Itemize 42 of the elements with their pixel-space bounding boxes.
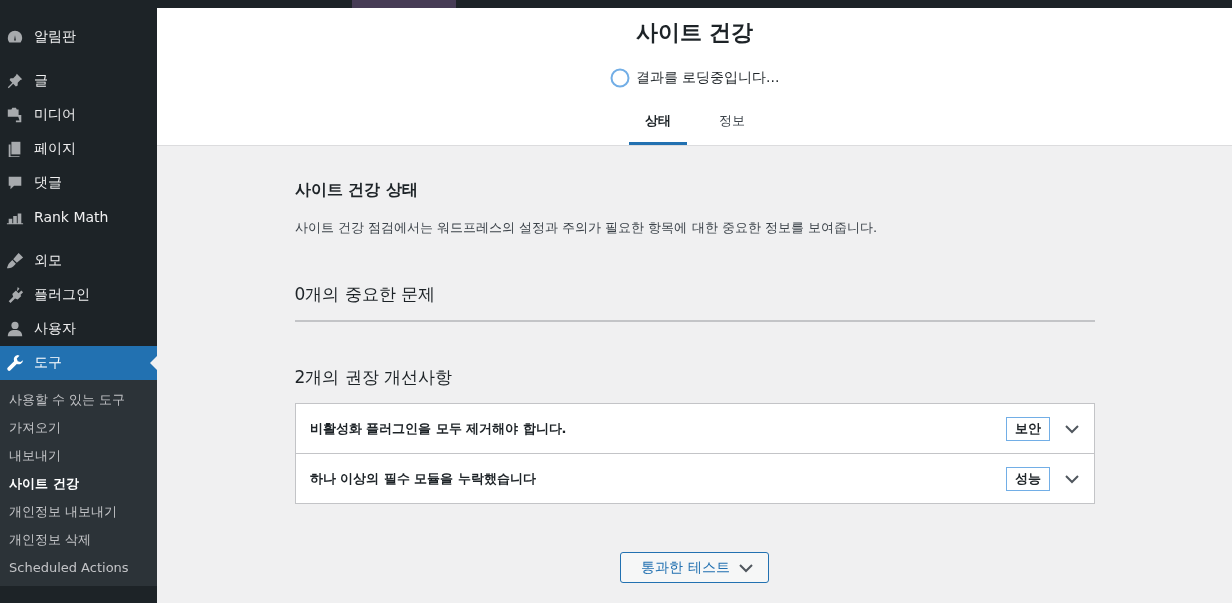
issue-row[interactable]: 비활성화 플러그인을 모두 제거해야 합니다. 보안: [295, 404, 1094, 453]
plug-icon: [6, 286, 24, 304]
submenu-item[interactable]: Scheduled Actions: [0, 554, 157, 582]
section-heading: 사이트 건강 상태: [294, 180, 419, 201]
paintbrush-icon: [6, 252, 24, 270]
issue-row[interactable]: 하나 이상의 필수 모듈을 누락했습니다 성능: [295, 453, 1094, 503]
issue-title: 비활성화 플러그인을 모두 제거해야 합니다.: [309, 419, 568, 438]
media-icon: [6, 106, 24, 124]
menu-item[interactable]: 글: [0, 64, 157, 98]
submenu-item[interactable]: 내보내기: [0, 442, 157, 470]
category-tag: 성능: [1005, 466, 1050, 491]
menu-item[interactable]: 페이지: [0, 132, 157, 166]
description-text: 사이트 건강 점검에서는 워드프레스의 설정과 주의가 필요한 항목에 대한 중요한 정보를 보여줍니다.: [294, 219, 879, 237]
category-tag: 보안: [1005, 416, 1050, 441]
spinner-icon: [609, 68, 630, 88]
chevron-icon[interactable]: [1063, 473, 1080, 484]
tab[interactable]: 상태: [628, 104, 687, 145]
person-icon: [6, 320, 24, 338]
menu-item[interactable]: 댓글: [0, 166, 157, 200]
menu-item[interactable]: 도구: [0, 346, 157, 380]
critical-issues-heading: 0개의 중요한 문제: [294, 283, 1095, 322]
submenu-item[interactable]: 개인정보 내보내기: [0, 498, 157, 526]
page-title: 사이트 건강: [635, 19, 754, 47]
submenu-item[interactable]: 사이트 건강: [0, 470, 157, 498]
menu-item[interactable]: 알림판: [0, 20, 157, 54]
chevron-icon[interactable]: [1063, 423, 1080, 434]
chevron-icon: [737, 562, 754, 573]
menu-item[interactable]: 외모: [0, 244, 157, 278]
loading-text: 결과를 로딩중입니다...: [635, 69, 780, 87]
passed-tests-button[interactable]: 통과한 테스트: [620, 552, 769, 583]
tab[interactable]: 정보: [702, 104, 761, 145]
wrench-icon: [6, 354, 24, 372]
menu-item[interactable]: Rank Math: [0, 200, 157, 234]
issue-title: 하나 이상의 필수 모듈을 누락했습니다: [309, 469, 537, 488]
submenu-item[interactable]: 개인정보 삭제: [0, 526, 157, 554]
recommended-issues-heading: 2개의 권장 개선사항: [294, 366, 454, 389]
menu-item[interactable]: 플러그인: [0, 278, 157, 312]
submenu-item[interactable]: 사용할 수 있는 도구: [0, 386, 157, 414]
submenu-item[interactable]: 가져오기: [0, 414, 157, 442]
pushpin-icon: [6, 72, 24, 90]
menu-item[interactable]: 미디어: [0, 98, 157, 132]
menu-item[interactable]: 사용자: [0, 312, 157, 346]
